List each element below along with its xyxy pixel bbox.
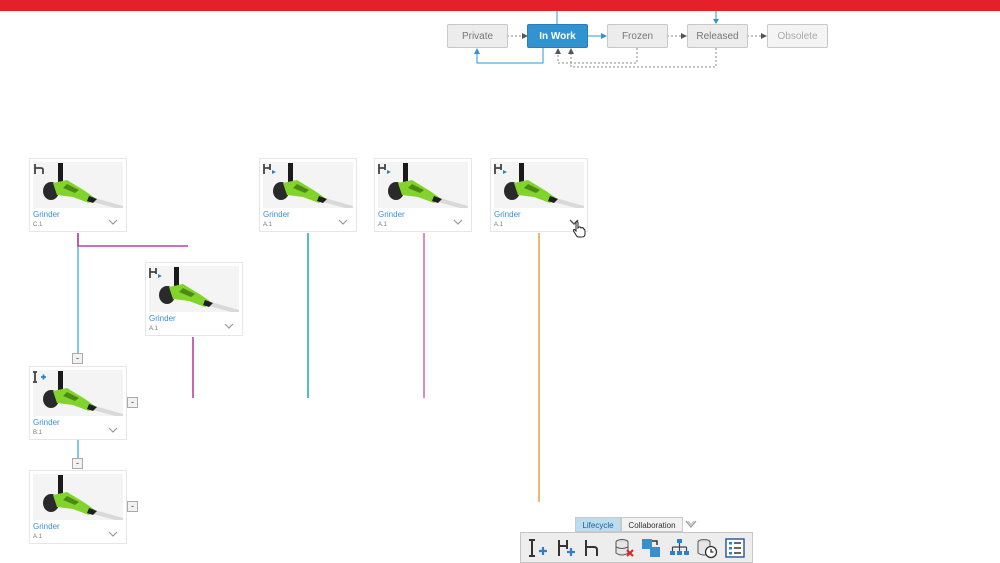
version-branch-icon	[34, 164, 44, 174]
chevron-down-icon[interactable]	[453, 219, 463, 226]
collapse-toggle[interactable]: -	[127, 397, 138, 408]
card-revision: B.1	[33, 430, 43, 436]
grinder-thumbnail	[33, 474, 123, 520]
part-card[interactable]: Grinder A.1	[145, 262, 243, 336]
collapse-toggle[interactable]: -	[72, 458, 83, 469]
duplicate-icon[interactable]	[581, 537, 603, 559]
card-title[interactable]: Grinder	[378, 210, 405, 219]
delete-database-icon[interactable]	[613, 537, 635, 559]
part-card[interactable]: Grinder A.1	[259, 158, 357, 232]
card-revision: A.1	[33, 534, 43, 540]
merge-version-icon	[263, 164, 276, 174]
state-obsolete[interactable]: Obsolete	[767, 24, 828, 48]
merge-version-icon	[149, 268, 162, 278]
card-revision: A.1	[494, 222, 504, 228]
merge-version-icon	[494, 164, 507, 174]
replace-by-revision-icon[interactable]	[640, 537, 662, 559]
state-frozen[interactable]: Frozen	[607, 24, 668, 48]
state-released[interactable]: Released	[687, 24, 748, 48]
collapse-toggle[interactable]: -	[72, 353, 83, 364]
new-revision-icon	[33, 371, 46, 383]
card-title[interactable]: Grinder	[149, 314, 176, 323]
collapse-toggle[interactable]: -	[127, 501, 138, 512]
chevron-down-icon[interactable]	[108, 427, 118, 434]
merge-version-icon	[378, 164, 391, 174]
history-clock-icon[interactable]	[696, 537, 718, 559]
hand-cursor-icon	[572, 221, 586, 238]
part-card[interactable]: Grinder A.1	[374, 158, 472, 232]
card-title[interactable]: Grinder	[33, 522, 60, 531]
tab-lifecycle[interactable]: Lifecycle	[575, 517, 621, 532]
chevron-down-icon[interactable]	[108, 531, 118, 538]
card-title[interactable]: Grinder	[33, 418, 60, 427]
chevron-down-icon[interactable]	[108, 219, 118, 226]
card-revision: C.1	[33, 222, 43, 228]
card-revision: A.1	[263, 222, 273, 228]
chevron-down-icon[interactable]	[224, 323, 234, 330]
card-revision: A.1	[378, 222, 388, 228]
chevron-down-icon[interactable]	[685, 520, 697, 529]
properties-list-icon[interactable]	[724, 537, 746, 559]
part-card[interactable]: Grinder A.1	[29, 470, 127, 544]
card-title[interactable]: Grinder	[494, 210, 521, 219]
chevron-down-icon[interactable]	[338, 219, 348, 226]
card-title[interactable]: Grinder	[263, 210, 290, 219]
revision-graph-icon[interactable]	[668, 537, 690, 559]
new-revision-icon[interactable]	[527, 537, 549, 559]
part-card[interactable]: Grinder B.1	[29, 366, 127, 440]
state-in-work[interactable]: In Work	[527, 24, 588, 48]
state-private[interactable]: Private	[447, 24, 508, 48]
tab-collaboration[interactable]: Collaboration	[621, 517, 683, 532]
new-branch-icon[interactable]	[555, 537, 577, 559]
card-revision: A.1	[149, 326, 159, 332]
card-title[interactable]: Grinder	[33, 210, 60, 219]
part-card[interactable]: Grinder C.1	[29, 158, 127, 232]
lifecycle-toolbar	[520, 532, 753, 563]
